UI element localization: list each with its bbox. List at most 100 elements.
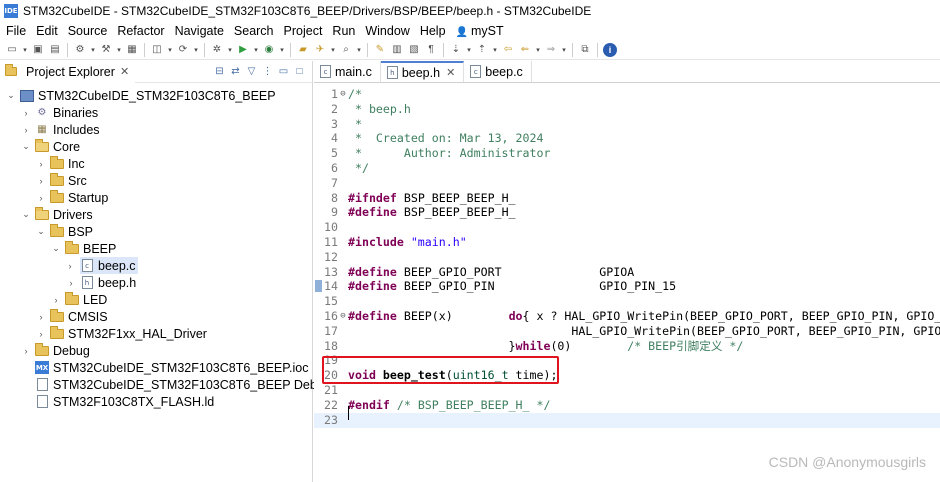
code-line[interactable]: 4 * Created on: Mar 13, 2024 <box>314 131 940 146</box>
code-line[interactable]: 8 #ifndef BSP_BEEP_BEEP_H_ <box>314 191 940 206</box>
last-edit-icon[interactable]: ⇦ <box>501 43 515 57</box>
code-line[interactable]: 1 ⊖/* <box>314 87 940 102</box>
menu-myst[interactable]: 👤 myST <box>451 24 509 38</box>
search-icon[interactable]: ⌕ <box>339 43 353 57</box>
chevron-right-icon[interactable]: › <box>51 295 61 305</box>
fold-toggle-icon[interactable]: ⊖ <box>339 309 347 324</box>
menu-refactor[interactable]: Refactor <box>112 24 169 38</box>
code-line[interactable]: 2 * beep.h <box>314 102 940 117</box>
code-editor[interactable]: 1 ⊖/* 2 * beep.h 3 * 4 * Created on: Mar 13,… <box>314 83 940 482</box>
hammer-icon[interactable]: ⚒ <box>99 43 113 57</box>
code-line[interactable]: 10 <box>314 220 940 235</box>
maximize-icon[interactable]: □ <box>293 66 306 77</box>
collapse-all-icon[interactable]: ⊟ <box>213 66 226 77</box>
code-line[interactable]: 12 <box>314 250 940 265</box>
tree-item[interactable]: › STM32F1xx_HAL_Driver <box>0 325 207 342</box>
code-line[interactable]: 9 #define BSP_BEEP_BEEP_H_ <box>314 205 940 220</box>
chevron-down-icon[interactable]: ▾ <box>22 43 28 57</box>
menu-help[interactable]: Help <box>415 24 451 38</box>
code-line[interactable]: 22 #endif /* BSP_BEEP_BEEP_H_ */ <box>314 398 940 413</box>
chevron-down-icon[interactable]: ▾ <box>116 43 122 57</box>
tree-item[interactable]: › CMSIS <box>0 308 108 325</box>
tree-item[interactable]: STM32CubeIDE_STM32F103C8T6_BEEP Debug.la… <box>0 376 351 393</box>
code-line[interactable]: 6 */ <box>314 161 940 176</box>
chevron-right-icon[interactable]: › <box>21 346 31 356</box>
tree-item[interactable]: › Debug <box>0 342 90 359</box>
menu-source[interactable]: Source <box>63 24 113 38</box>
mark-occurrences-icon[interactable]: ▥ <box>390 43 404 57</box>
pencil-icon[interactable]: ✎ <box>373 43 387 57</box>
prev-annotation-icon[interactable]: ⇡ <box>475 43 489 57</box>
tree-item[interactable]: MX STM32CubeIDE_STM32F103C8T6_BEEP.ioc <box>0 359 308 376</box>
menu-project[interactable]: Project <box>279 24 328 38</box>
code-line[interactable]: 21 <box>314 383 940 398</box>
chevron-down-icon[interactable]: ▾ <box>90 43 96 57</box>
chevron-right-icon[interactable]: › <box>36 329 46 339</box>
menu-run[interactable]: Run <box>327 24 360 38</box>
chevron-down-icon[interactable]: ▾ <box>167 43 173 57</box>
paragraph-icon[interactable]: ¶ <box>424 43 438 57</box>
debug-config-icon[interactable]: ✲ <box>210 43 224 57</box>
chevron-down-icon[interactable]: ▾ <box>535 43 541 57</box>
chevron-down-icon[interactable]: ▾ <box>253 43 259 57</box>
external-tools-icon[interactable]: ✈ <box>313 43 327 57</box>
new-icon[interactable]: ▭ <box>5 43 19 57</box>
code-line[interactable]: 15 <box>314 294 940 309</box>
code-line[interactable]: 23 <box>314 412 940 428</box>
tree-item[interactable]: ⌄ BSP <box>0 223 93 240</box>
block-select-icon[interactable]: ▧ <box>407 43 421 57</box>
chevron-right-icon[interactable]: › <box>36 176 46 186</box>
open-perspective-icon[interactable]: ⧉ <box>578 43 592 57</box>
editor-tab[interactable]: c beep.c <box>464 61 532 82</box>
open-folder-icon[interactable]: ▰ <box>296 43 310 57</box>
debug-icon[interactable]: ◉ <box>262 43 276 57</box>
chevron-down-icon[interactable]: ▾ <box>492 43 498 57</box>
chevron-down-icon[interactable]: ▾ <box>193 43 199 57</box>
chevron-right-icon[interactable]: › <box>65 261 75 271</box>
tree-item[interactable]: STM32F103C8TX_FLASH.ld <box>0 393 214 410</box>
view-menu-icon[interactable]: ⋮ <box>261 66 274 77</box>
menu-search[interactable]: Search <box>229 24 279 38</box>
chevron-down-icon[interactable]: ▾ <box>356 43 362 57</box>
tree-item[interactable]: › LED <box>0 291 107 308</box>
tree-item[interactable]: › Startup <box>0 189 108 206</box>
chevron-down-icon[interactable]: ⌄ <box>36 226 46 237</box>
tree-item[interactable]: c beep.c › <box>69 257 138 274</box>
chevron-right-icon[interactable]: › <box>36 312 46 322</box>
code-line[interactable]: 13 #define BEEP_GPIO_PORT GPIOA <box>314 265 940 280</box>
editor-tab[interactable]: h beep.h ✕ <box>380 61 465 82</box>
tree-item[interactable]: ⌄ Drivers <box>0 206 93 223</box>
save-icon[interactable]: ▣ <box>31 43 45 57</box>
link-editor-icon[interactable]: ⇄ <box>229 66 242 77</box>
code-line[interactable]: 11 #include "main.h" <box>314 235 940 250</box>
run-icon[interactable]: ▶ <box>236 43 250 57</box>
save-all-icon[interactable]: ▤ <box>48 43 62 57</box>
file-icon[interactable]: ▦ <box>125 43 139 57</box>
fold-toggle-icon[interactable]: ⊖ <box>339 87 347 102</box>
menu-edit[interactable]: Edit <box>31 24 63 38</box>
chevron-down-icon[interactable]: ▾ <box>561 43 567 57</box>
tree-item[interactable]: ⌄ STM32CubeIDE_STM32F103C8T6_BEEP <box>0 87 275 104</box>
next-annotation-icon[interactable]: ⇣ <box>449 43 463 57</box>
code-line[interactable]: 18 }while(0) /* BEEP引脚定义 */ <box>314 339 940 354</box>
tree-item[interactable]: › h beep.h <box>0 274 137 291</box>
chevron-down-icon[interactable]: ⌄ <box>51 243 61 254</box>
code-line[interactable]: 5 * Author: Administrator <box>314 146 940 161</box>
menu-window[interactable]: Window <box>360 24 414 38</box>
code-line[interactable]: 17 HAL_GPIO_WritePin(BEEP_GPIO_PORT, BEE… <box>314 324 940 339</box>
info-icon[interactable]: i <box>603 42 617 57</box>
chevron-right-icon[interactable]: › <box>21 108 31 118</box>
code-line[interactable]: 3 * <box>314 117 940 132</box>
chevron-down-icon[interactable]: ⌄ <box>21 209 31 220</box>
code-line[interactable]: 16 ⊖ #define BEEP(x) do{ x ? HAL_GPIO_Writ… <box>314 309 940 324</box>
chevron-right-icon[interactable]: › <box>21 125 31 135</box>
chevron-right-icon[interactable]: › <box>36 193 46 203</box>
tree-item[interactable]: ⌄ BEEP <box>0 240 116 257</box>
refresh-icon[interactable]: ⟳ <box>176 43 190 57</box>
back-icon[interactable]: ⇐ <box>518 43 532 57</box>
chevron-right-icon[interactable]: › <box>36 159 46 169</box>
tree-item[interactable]: › Src <box>0 172 87 189</box>
tree-item[interactable]: › Inc <box>0 155 85 172</box>
window-icon[interactable]: ◫ <box>150 43 164 57</box>
forward-icon[interactable]: ⇒ <box>544 43 558 57</box>
